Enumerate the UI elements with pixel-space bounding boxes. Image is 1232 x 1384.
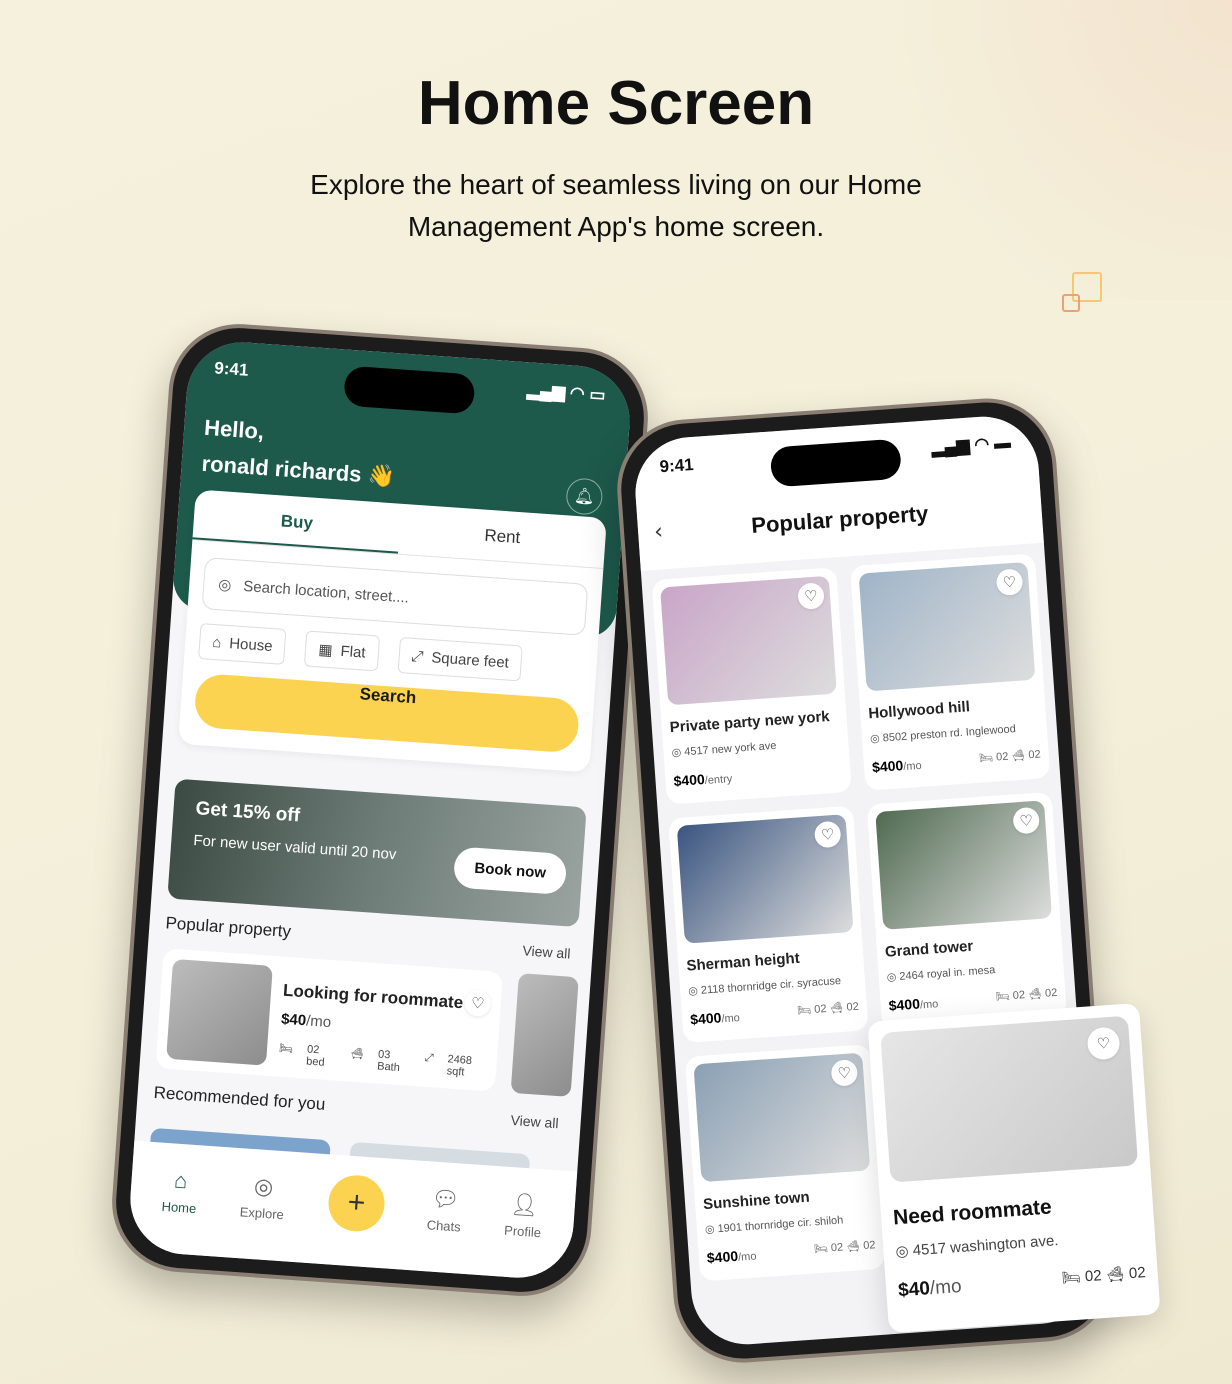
location-pin-icon: ◎	[671, 746, 685, 760]
promo-banner: Get 15% off For new user valid until 20 …	[167, 778, 587, 928]
explore-icon: ◎	[253, 1172, 275, 1199]
bed-icon: 🛏︎	[278, 1042, 294, 1056]
roommate-photo: ♡	[880, 1015, 1139, 1183]
area-icon: ⤢	[424, 1051, 435, 1065]
search-input[interactable]: ◎ Search location, street....	[201, 557, 589, 636]
bath-icon: 🛁︎	[1105, 1265, 1130, 1284]
nav-home[interactable]: ⌂ Home	[161, 1166, 199, 1216]
location-pin-icon: ◎	[217, 576, 232, 595]
property-card[interactable]: ♡ Grand tower ◎ 2464 royal in. mesa $400…	[866, 791, 1067, 1030]
recommended-section-header: Recommended for you View all	[153, 1082, 560, 1132]
filter-house[interactable]: ⌂ House	[198, 623, 287, 665]
bath-icon: 🛁︎	[349, 1047, 365, 1061]
page-subtitle: Explore the heart of seamless living on …	[310, 169, 922, 242]
bed-icon: 🛏︎	[995, 989, 1014, 1004]
home-screen: 9:41 ▂▄▆ ◠ ▭ Hello, ronald richards 👋 🔔︎ B…	[126, 338, 634, 1282]
background-glow	[832, 0, 1232, 300]
nav-profile[interactable]: 👤︎ Profile	[504, 1190, 544, 1240]
search-button[interactable]: Search	[193, 672, 581, 754]
filter-square-feet[interactable]: ⤢ Square feet	[397, 636, 524, 682]
roommate-photo	[166, 958, 273, 1066]
bed-icon: 🛏︎	[1061, 1268, 1086, 1287]
need-roommate-card[interactable]: ♡ Need roommate ◎ 4517 washington ave. $…	[867, 1002, 1161, 1334]
nav-chats[interactable]: 💬︎ Chats	[426, 1185, 463, 1234]
location-pin-icon: ◎	[869, 732, 884, 746]
view-all-popular-link[interactable]: View all	[522, 942, 571, 961]
roommate-card[interactable]: Looking for roommate $40/mo 🛏︎ 02 bed 🛁︎ 03…	[155, 948, 504, 1092]
add-button[interactable]: +	[326, 1173, 387, 1234]
profile-icon: 👤︎	[509, 1190, 540, 1218]
view-all-recommended-link[interactable]: View all	[510, 1112, 559, 1131]
property-card[interactable]: ♡ Sunshine town ◎ 1901 thornridge cir. s…	[684, 1044, 886, 1282]
location-pin-icon: ◎	[687, 984, 702, 998]
bed-icon: 🛏︎	[978, 751, 997, 765]
bed-icon: 🛏︎	[796, 1003, 815, 1018]
bath-icon: 🛁︎	[1011, 749, 1029, 763]
next-property-card[interactable]	[510, 973, 579, 1097]
search-card: Buy Rent ◎ Search location, street.... ⌂ H…	[178, 489, 607, 773]
building-icon: ▦	[317, 641, 334, 660]
property-card[interactable]: ♡ Sherman height ◎ 2118 thornridge cir. …	[668, 805, 869, 1044]
heart-icon[interactable]: ♡	[1086, 1026, 1121, 1061]
book-now-button[interactable]: Book now	[453, 846, 568, 896]
nav-explore[interactable]: ◎ Explore	[239, 1172, 286, 1222]
location-pin-icon: ◎	[704, 1223, 719, 1236]
property-card[interactable]: ♡ Private party new york ◎ 4517 new york…	[651, 567, 852, 805]
filter-flat[interactable]: ▦ Flat	[304, 630, 380, 672]
property-card[interactable]: ♡ Hollywood hill ◎ 8502 preston rd. Ingl…	[850, 553, 1051, 791]
page-title: Home Screen	[417, 69, 815, 138]
bath-icon: 🛁︎	[1027, 987, 1046, 1001]
house-icon: ⌂	[211, 633, 222, 652]
bath-icon: 🛁︎	[845, 1240, 864, 1254]
location-pin-icon: ◎	[894, 1242, 914, 1261]
home-phone: 9:41 ▂▄▆ ◠ ▭ Hello, ronald richards 👋 🔔︎ B…	[107, 319, 653, 1301]
greeting: Hello, ronald richards 👋	[200, 414, 396, 490]
bed-icon: 🛏︎	[813, 1242, 832, 1256]
location-pin-icon: ◎	[886, 970, 900, 984]
home-icon: ⌂	[173, 1167, 189, 1193]
bath-icon: 🛁︎	[829, 1001, 847, 1015]
resize-icon: ⤢	[410, 647, 425, 666]
chat-icon: 💬︎	[430, 1185, 461, 1212]
